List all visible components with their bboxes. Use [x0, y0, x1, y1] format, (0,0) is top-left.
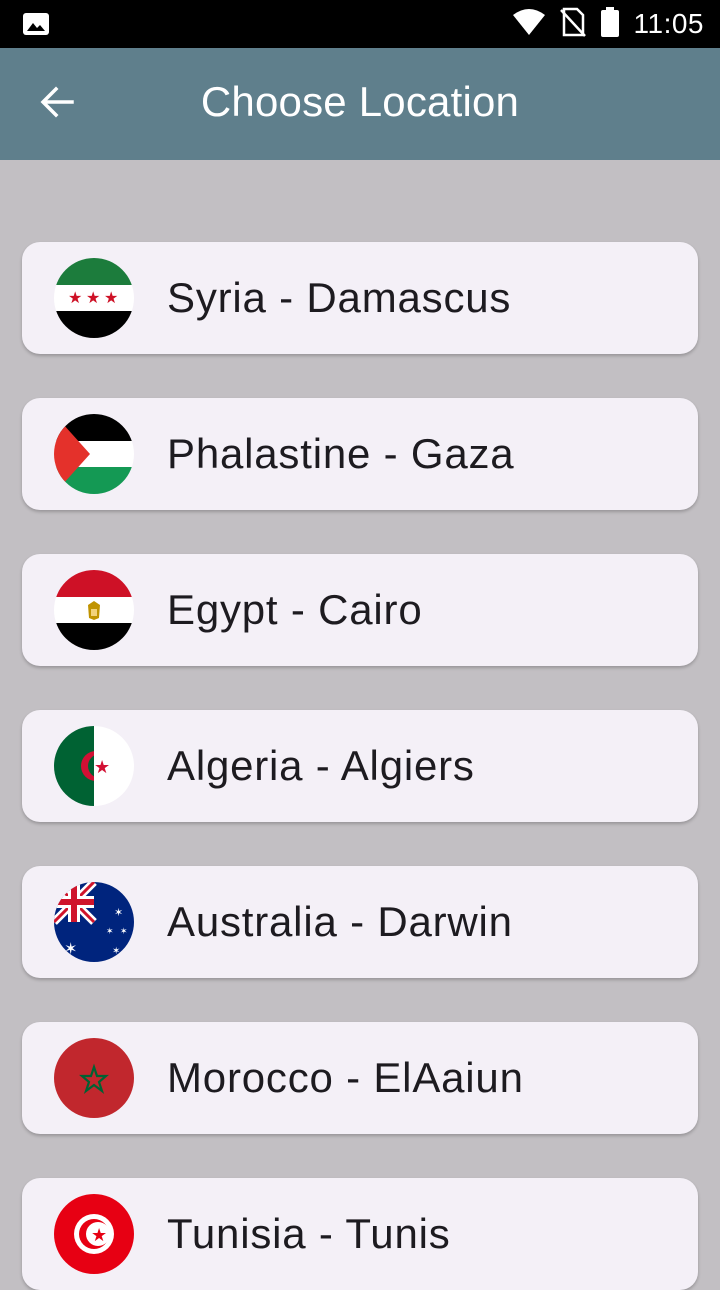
- svg-text:★: ★: [104, 288, 118, 307]
- arrow-back-icon: [38, 84, 74, 125]
- svg-text:✶: ✶: [106, 927, 114, 937]
- back-button[interactable]: [30, 80, 82, 128]
- status-clock: 11:05: [633, 8, 704, 39]
- location-label: Egypt - Cairo: [167, 586, 423, 633]
- svg-text:✶: ✶: [120, 927, 128, 937]
- gallery-notification-icon: [22, 12, 50, 36]
- location-item-egypt[interactable]: Egypt - Cairo: [22, 554, 698, 666]
- app-bar: Choose Location: [0, 48, 720, 160]
- location-label: Australia - Darwin: [167, 898, 513, 945]
- location-item-tunisia[interactable]: ★ Tunisia - Tunis: [22, 1178, 698, 1290]
- egypt-flag-icon: [54, 570, 134, 650]
- svg-text:✶: ✶: [64, 939, 77, 958]
- location-item-morocco[interactable]: Morocco - ElAaiun: [22, 1022, 698, 1134]
- location-label: Phalastine - Gaza: [167, 430, 515, 477]
- palestine-flag-icon: [54, 414, 134, 494]
- svg-text:★: ★: [91, 1225, 107, 1246]
- location-label: Syria - Damascus: [167, 274, 512, 321]
- location-label: Tunisia - Tunis: [167, 1210, 451, 1257]
- morocco-flag-icon: [54, 1038, 134, 1118]
- svg-text:✶: ✶: [112, 946, 120, 957]
- page-title: Choose Location: [200, 78, 520, 125]
- wifi-icon: [512, 8, 546, 41]
- location-item-syria[interactable]: ★ ★ ★ Syria - Damascus: [22, 242, 698, 354]
- location-label: Morocco - ElAaiun: [167, 1054, 524, 1101]
- location-item-australia[interactable]: ✶ ✶ ✶ ✶ ✶ Australia - Darwin: [22, 866, 698, 978]
- svg-text:★: ★: [86, 288, 100, 307]
- status-bar: 11:05: [0, 0, 720, 48]
- svg-text:★: ★: [68, 288, 82, 307]
- australia-flag-icon: ✶ ✶ ✶ ✶ ✶: [54, 882, 134, 962]
- location-item-palestine[interactable]: Phalastine - Gaza: [22, 398, 698, 510]
- location-item-algeria[interactable]: ★ Algeria - Algiers: [22, 710, 698, 822]
- location-label: Algeria - Algiers: [167, 742, 475, 789]
- syria-flag-icon: ★ ★ ★: [54, 258, 134, 338]
- svg-text:✶: ✶: [114, 906, 123, 919]
- tunisia-flag-icon: ★: [54, 1194, 134, 1274]
- algeria-flag-icon: ★: [54, 726, 134, 806]
- battery-icon: [600, 6, 620, 42]
- no-sim-icon: [559, 7, 586, 42]
- svg-text:★: ★: [94, 757, 110, 778]
